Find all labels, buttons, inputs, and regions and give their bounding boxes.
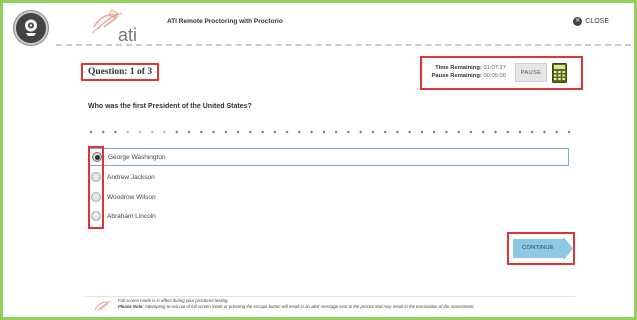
progress-dot <box>236 130 240 134</box>
progress-dot <box>200 130 203 134</box>
header-title: ATI Remote Proctoring with Proctorio <box>167 18 283 25</box>
time-remaining: Time Remaining: 01:07:27 <box>435 65 506 71</box>
progress-dot <box>285 130 289 134</box>
progress-dot <box>273 130 277 134</box>
pause-remaining-value: 00:05:00 <box>483 73 506 79</box>
question-text: Who was the first President of the Unite… <box>88 103 252 110</box>
progress-dot <box>138 130 142 134</box>
progress-dot <box>555 130 558 134</box>
option-label: Abraham Lincoln <box>107 212 156 220</box>
progress-dot <box>187 130 191 134</box>
progress-dot <box>482 130 485 134</box>
progress-dot <box>249 130 252 134</box>
progress-dot <box>126 130 129 134</box>
progress-dot <box>102 130 105 134</box>
progress-dot <box>432 130 436 134</box>
progress-dot <box>212 130 215 134</box>
footer-warning-text: Attempting to exit out of full screen mo… <box>144 304 475 309</box>
option-label: Woodrow Wilson <box>107 193 156 201</box>
proctorio-webcam-icon <box>14 11 48 45</box>
progress-dot <box>89 130 93 134</box>
option-label: George Washington <box>108 153 166 161</box>
timer-panel: Time Remaining: 01:07:27 Pause Remaining… <box>420 56 583 90</box>
progress-dot <box>371 130 375 134</box>
footer-fullscreen-note: Full screen mode is in effect during you… <box>118 298 229 303</box>
progress-dot <box>322 130 326 134</box>
footer-divider <box>85 296 575 297</box>
close-icon: ✕ <box>573 17 583 26</box>
progress-dot <box>224 130 228 134</box>
progress-dot <box>457 130 460 134</box>
progress-dot <box>114 130 117 134</box>
footer-warning: Please Note: Attempting to exit out of f… <box>118 304 558 309</box>
progress-dot <box>163 130 166 134</box>
progress-dot <box>531 130 534 134</box>
question-progress-dots <box>89 130 571 134</box>
close-button[interactable]: ✕ CLOSE <box>573 17 609 26</box>
answers-highlight <box>88 146 104 229</box>
time-remaining-label: Time Remaining: <box>435 65 482 71</box>
progress-dot <box>334 130 338 134</box>
calculator-icon[interactable] <box>552 63 567 83</box>
ati-logo: ati <box>91 9 137 45</box>
progress-dot <box>310 130 313 134</box>
progress-dot <box>506 130 509 134</box>
question-counter: Question: 1 of 3 <box>81 63 159 81</box>
time-remaining-value: 01:07:27 <box>483 65 506 71</box>
header: ati ATI Remote Proctoring with Proctorio… <box>56 4 631 46</box>
continue-highlight: CONTINUE <box>507 232 575 265</box>
pause-remaining-label: Pause Remaining: <box>431 73 482 79</box>
progress-dot <box>494 130 497 134</box>
progress-dot <box>359 130 362 134</box>
progress-dot <box>347 130 350 134</box>
pause-remaining: Pause Remaining: 00:05:00 <box>432 73 506 79</box>
ati-logo-text: ati <box>118 25 137 45</box>
progress-dot <box>175 130 178 134</box>
close-label: CLOSE <box>585 18 609 25</box>
progress-dot <box>408 130 411 134</box>
progress-dot <box>261 130 264 134</box>
option-george-washington[interactable]: George Washington <box>88 148 569 166</box>
ati-footer-logo <box>94 300 112 312</box>
option-label: Andrew Jackson <box>107 173 155 181</box>
progress-dot <box>543 130 546 134</box>
progress-dot <box>396 130 399 134</box>
progress-dot <box>567 130 571 134</box>
pause-button[interactable]: PAUSE <box>515 63 547 82</box>
progress-dot <box>420 130 424 134</box>
progress-dot <box>518 130 522 134</box>
continue-label: CONTINUE <box>522 245 554 251</box>
progress-dot <box>469 130 473 134</box>
progress-dot <box>151 130 154 134</box>
progress-dot <box>445 130 448 134</box>
footer-warning-label: Please Note: <box>118 304 144 309</box>
progress-dot <box>383 130 387 134</box>
progress-dot <box>298 130 301 134</box>
